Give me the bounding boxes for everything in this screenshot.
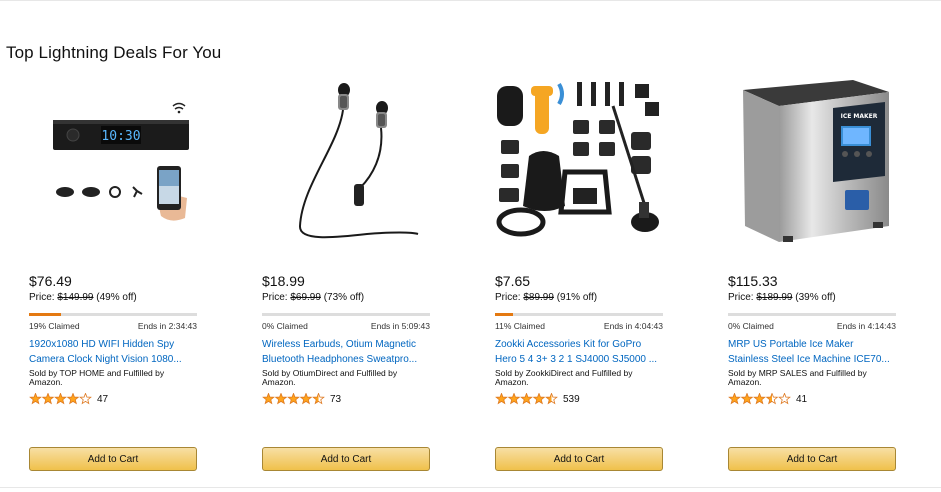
add-to-cart-button[interactable]: Add to Cart: [728, 447, 896, 471]
claimed-label: 0% Claimed: [728, 321, 774, 331]
star-icon: [299, 393, 313, 405]
claimed-progress-fill: [495, 313, 514, 316]
star-icon: [54, 393, 67, 405]
claimed-progress-bar: [728, 313, 896, 316]
deal-timer: Ends in 4:04:43: [603, 321, 663, 331]
deal-timer: Ends in 2:34:43: [137, 321, 197, 331]
add-to-cart-button[interactable]: Add to Cart: [29, 447, 197, 471]
list-price-line: Price: $149.99 (49% off): [29, 292, 137, 303]
star-icon: [79, 393, 92, 405]
claimed-progress-fill: [29, 313, 61, 316]
rating-stars-icon: [728, 393, 791, 405]
star-icon: [29, 393, 42, 405]
star-icon: [740, 393, 754, 405]
star-icon: [753, 393, 766, 405]
deal-price: $76.49: [29, 273, 72, 289]
star-icon: [274, 393, 288, 405]
list-price-line: Price: $189.99 (39% off): [728, 292, 836, 303]
deal-timer: Ends in 4:14:43: [836, 321, 896, 331]
discount-percent: (39% off): [795, 292, 836, 303]
star-icon: [545, 393, 558, 405]
list-price-prefix: Price:: [262, 292, 291, 303]
list-price-prefix: Price:: [29, 292, 58, 303]
product-title-link[interactable]: Wireless Earbuds, Otium Magnetic Bluetoo…: [262, 337, 432, 367]
rating-stars-icon: [29, 393, 92, 405]
deal-card: $18.99 Price: $69.99 (73% off) 0% Claime…: [262, 0, 432, 492]
star-icon: [66, 393, 80, 405]
seller-info: Sold by OtiumDirect and Fulfilled by Ama…: [262, 368, 398, 387]
deal-card: 10:30 $76.49 Price: $149.99 (49% off) 19…: [29, 0, 199, 492]
rating-stars-icon: [262, 393, 325, 405]
seller-info: Sold by ZookkiDirect and Fulfilled by Am…: [495, 368, 633, 387]
list-price-prefix: Price:: [728, 292, 757, 303]
star-rating[interactable]: 539: [495, 393, 580, 405]
list-price-prefix: Price:: [495, 292, 524, 303]
star-icon: [287, 393, 300, 405]
star-icon: [765, 393, 779, 405]
deal-price: $18.99: [262, 273, 305, 289]
seller-info: Sold by MRP SALES and Fulfilled by Amazo…: [728, 368, 867, 387]
claimed-progress-bar: [495, 313, 663, 316]
star-icon: [41, 393, 55, 405]
claimed-progress-bar: [262, 313, 430, 316]
list-price: $89.99: [523, 292, 554, 303]
discount-percent: (91% off): [556, 292, 598, 303]
star-icon: [520, 393, 533, 405]
add-to-cart-button[interactable]: Add to Cart: [495, 447, 663, 471]
star-icon: [495, 393, 508, 405]
list-price: $189.99: [756, 292, 793, 303]
star-rating[interactable]: 47: [29, 393, 108, 405]
review-count[interactable]: 73: [330, 394, 341, 405]
deal-card: $7.65 Price: $89.99 (91% off) 11% Claime…: [495, 0, 665, 492]
claimed-label: 11% Claimed: [495, 321, 545, 331]
claimed-label: 19% Claimed: [29, 321, 80, 331]
discount-percent: (49% off): [96, 292, 137, 303]
deal-price: $7.65: [495, 273, 531, 289]
claimed-label: 0% Claimed: [262, 321, 308, 331]
list-price-line: Price: $89.99 (91% off): [495, 292, 597, 303]
list-price: $149.99: [57, 292, 94, 303]
bottom-divider: [0, 487, 941, 488]
add-to-cart-button[interactable]: Add to Cart: [262, 447, 430, 471]
list-price: $69.99: [290, 292, 321, 303]
deal-card: ICE MAKER $115.33 Price: $189.99 (39% of…: [728, 0, 898, 492]
star-rating[interactable]: 73: [262, 393, 341, 405]
seller-info: Sold by TOP HOME and Fulfilled by Amazon…: [29, 368, 165, 387]
star-icon: [778, 393, 791, 405]
review-count[interactable]: 41: [796, 394, 807, 405]
discount-percent: (73% off): [323, 292, 365, 303]
product-title-link[interactable]: Zookki Accessories Kit for GoPro Hero 5 …: [495, 337, 665, 367]
deal-timer: Ends in 5:09:43: [370, 321, 430, 331]
wireless-earbuds-product-image[interactable]: [262, 76, 432, 246]
star-icon: [312, 393, 325, 405]
ice-maker-product-image[interactable]: ICE MAKER: [728, 76, 898, 246]
review-count[interactable]: 539: [563, 394, 580, 405]
star-icon: [262, 393, 275, 405]
star-icon: [507, 393, 521, 405]
product-title-link[interactable]: MRP US Portable Ice Maker Stainless Stee…: [728, 337, 898, 367]
star-rating[interactable]: 41: [728, 393, 807, 405]
spy-camera-clock-product-image[interactable]: 10:30: [29, 76, 199, 246]
clock-display-text: 10:30: [101, 129, 140, 144]
ice-maker-panel-text: ICE MAKER: [841, 113, 878, 120]
product-title-link[interactable]: 1920x1080 HD WIFI Hidden Spy Camera Cloc…: [29, 337, 199, 367]
claimed-progress-bar: [29, 313, 197, 316]
star-icon: [532, 393, 546, 405]
deal-price: $115.33: [728, 273, 778, 289]
rating-stars-icon: [495, 393, 558, 405]
gopro-accessories-kit-product-image[interactable]: [495, 76, 665, 246]
review-count[interactable]: 47: [97, 394, 108, 405]
list-price-line: Price: $69.99 (73% off): [262, 292, 364, 303]
star-icon: [728, 393, 741, 405]
